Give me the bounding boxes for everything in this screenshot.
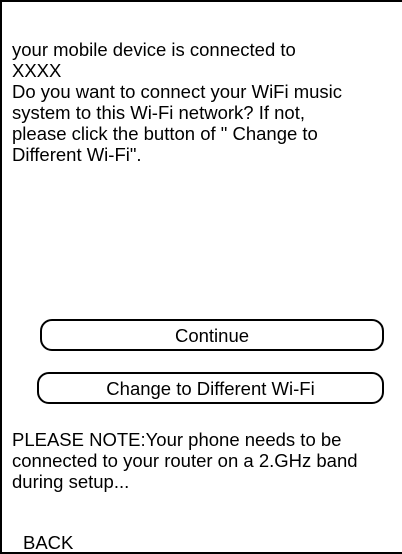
message-line: Do you want to connect your WiFi music	[12, 81, 343, 102]
setup-dialog: your mobile device is connected to XXXX …	[0, 0, 402, 554]
change-wifi-button[interactable]: Change to Different Wi-Fi	[37, 372, 384, 404]
message-line: your mobile device is connected to	[12, 39, 296, 60]
note-line: PLEASE NOTE:Your phone needs to be	[12, 429, 342, 450]
back-link[interactable]: BACK	[23, 532, 73, 552]
message-line: please click the button of " Change to	[12, 123, 318, 144]
note-line: during setup...	[12, 471, 130, 492]
setup-note: PLEASE NOTE:Your phone needs to be conne…	[12, 429, 402, 492]
message-line: system to this Wi-Fi network? If not,	[12, 102, 305, 123]
continue-button-label: Continue	[174, 325, 250, 346]
message-line: Different Wi-Fi".	[12, 144, 142, 165]
network-name: XXXX	[12, 60, 62, 81]
connection-message: your mobile device is connected to XXXX …	[12, 39, 402, 165]
continue-button[interactable]: Continue	[40, 319, 384, 351]
change-wifi-button-label: Change to Different Wi-Fi	[106, 378, 315, 399]
note-line: connected to your router on a 2.GHz band	[12, 450, 358, 471]
